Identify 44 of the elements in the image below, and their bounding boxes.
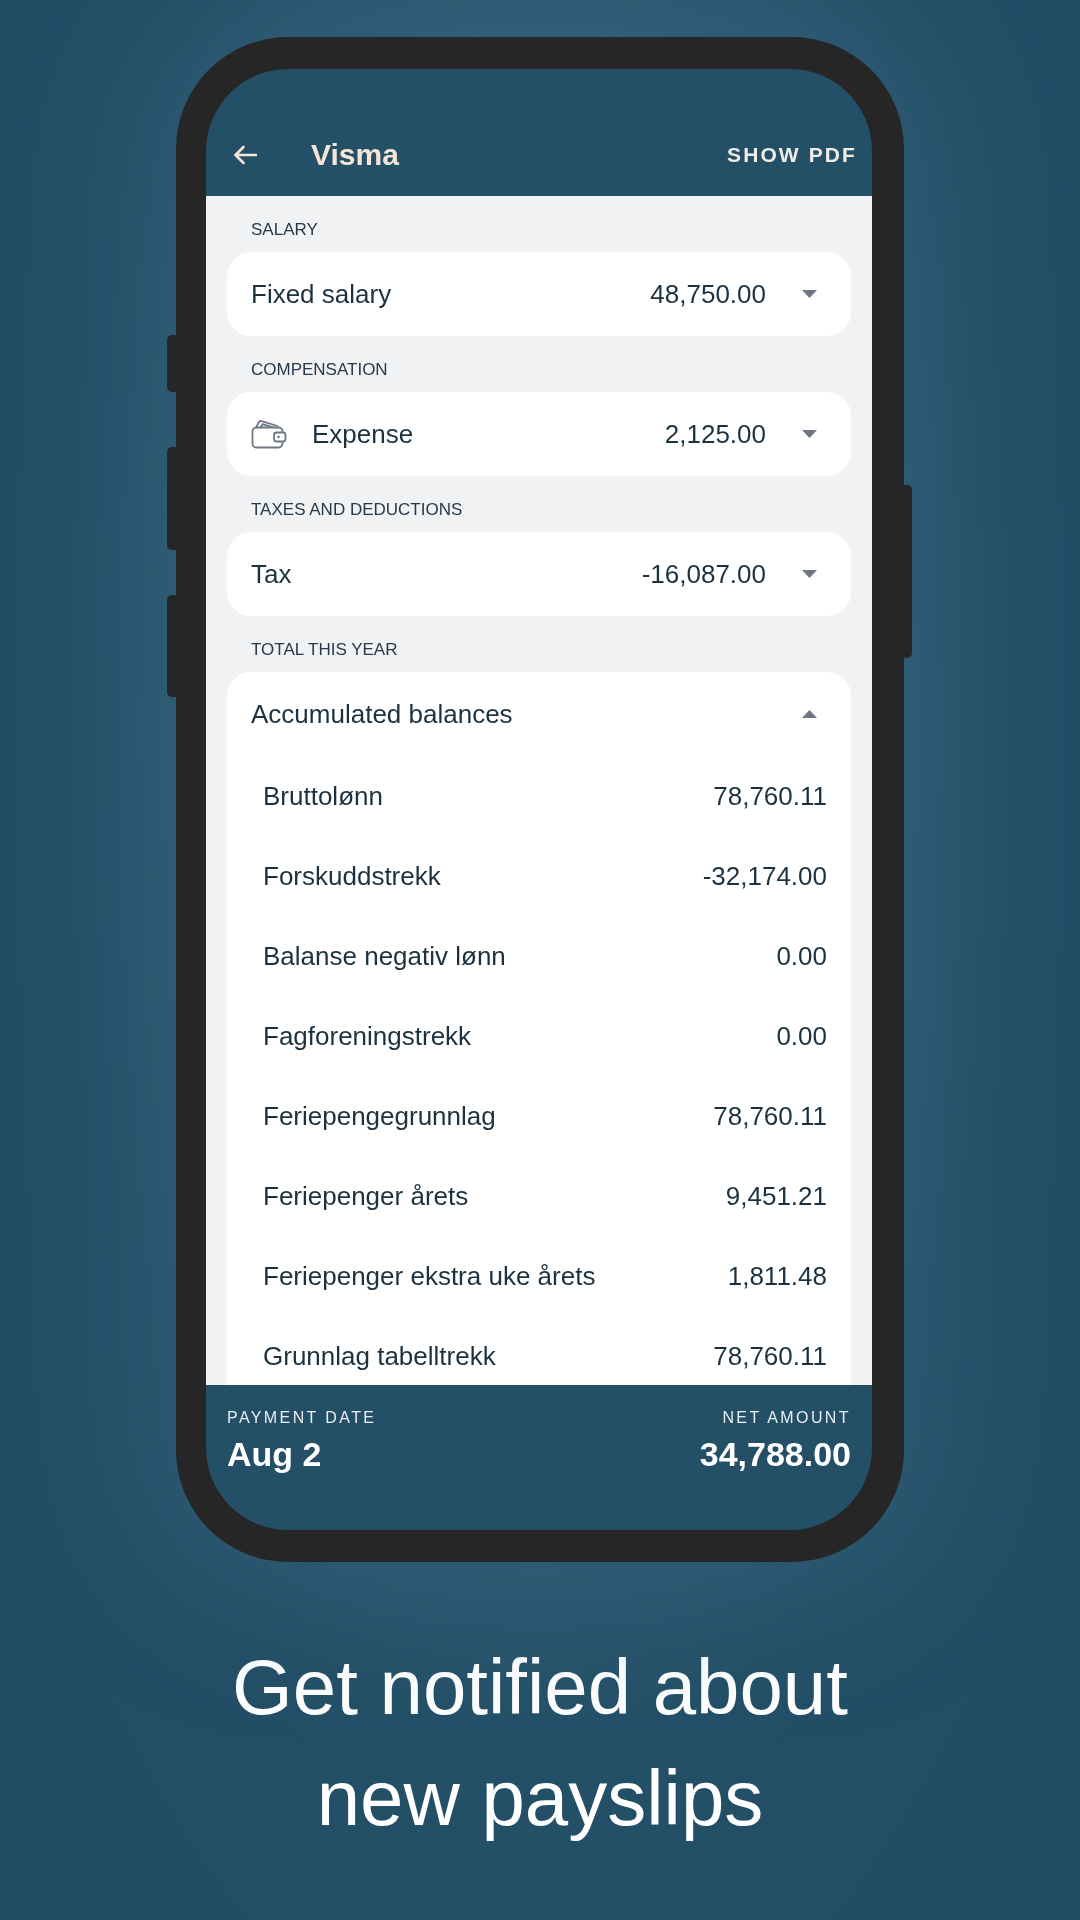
balance-label: Forskuddstrekk — [263, 859, 441, 893]
line-amount: -16,087.00 — [641, 557, 766, 591]
line-amount: 48,750.00 — [650, 277, 766, 311]
line-label: Tax — [251, 557, 292, 591]
back-arrow-icon[interactable] — [233, 145, 257, 165]
balance-value: 78,760.11 — [713, 1339, 827, 1373]
section-heading: TAXES AND DEDUCTIONS — [250, 500, 464, 520]
balance-value: 78,760.11 — [713, 1099, 827, 1133]
balance-label: Fagforeningstrekk — [263, 1019, 472, 1053]
expandable-line-card[interactable]: Tax -16,087.00 — [227, 532, 851, 616]
balance-value: 9,451.21 — [725, 1179, 827, 1213]
phone-side-button[interactable] — [167, 335, 176, 392]
accordion-header[interactable]: Accumulated balances — [227, 672, 851, 756]
balance-value: 0.00 — [776, 1019, 827, 1053]
tagline-text: Get notified about new payslips — [231, 1642, 849, 1844]
balance-value: 1,811.48 — [727, 1259, 827, 1293]
line-label: Expense — [312, 417, 414, 451]
expandable-line-card[interactable]: Fixed salary 48,750.00 — [227, 252, 851, 336]
accordion-title: Accumulated balances — [251, 697, 513, 731]
line-amount: 2,125.00 — [664, 417, 766, 451]
expandable-line-card[interactable]: Expense 2,125.00 — [227, 392, 851, 476]
balance-value: -32,174.00 — [702, 859, 827, 893]
balance-value: 78,760.11 — [713, 779, 827, 813]
balance-label: Feriepenger ekstra uke årets — [263, 1259, 596, 1293]
balance-value: 0.00 — [776, 939, 827, 973]
phone-side-button[interactable] — [167, 595, 176, 697]
section-heading: COMPENSATION — [250, 360, 389, 380]
balance-label: Bruttolønn — [263, 779, 383, 813]
net-amount-value: 34,788.00 — [699, 1434, 851, 1474]
line-label: Fixed salary — [251, 277, 392, 311]
wallet-icon — [251, 419, 287, 449]
phone-side-button[interactable] — [167, 447, 176, 550]
balance-label: Grunnlag tabelltrekk — [263, 1339, 496, 1373]
balance-label: Feriepengegrunnlag — [263, 1099, 496, 1133]
section-heading: TOTAL THIS YEAR — [250, 640, 399, 660]
payment-date-value: Aug 2 — [227, 1434, 322, 1474]
net-amount-label: NET AMOUNT — [722, 1408, 851, 1428]
section-heading: SALARY — [250, 220, 319, 240]
show-pdf-button[interactable]: SHOW PDF — [716, 134, 868, 176]
screen-title: Visma — [311, 137, 399, 173]
payment-date-label: PAYMENT DATE — [227, 1408, 377, 1428]
phone-side-button[interactable] — [904, 485, 912, 658]
balance-label: Balanse negativ lønn — [263, 939, 506, 973]
balance-label: Feriepenger årets — [263, 1179, 469, 1213]
